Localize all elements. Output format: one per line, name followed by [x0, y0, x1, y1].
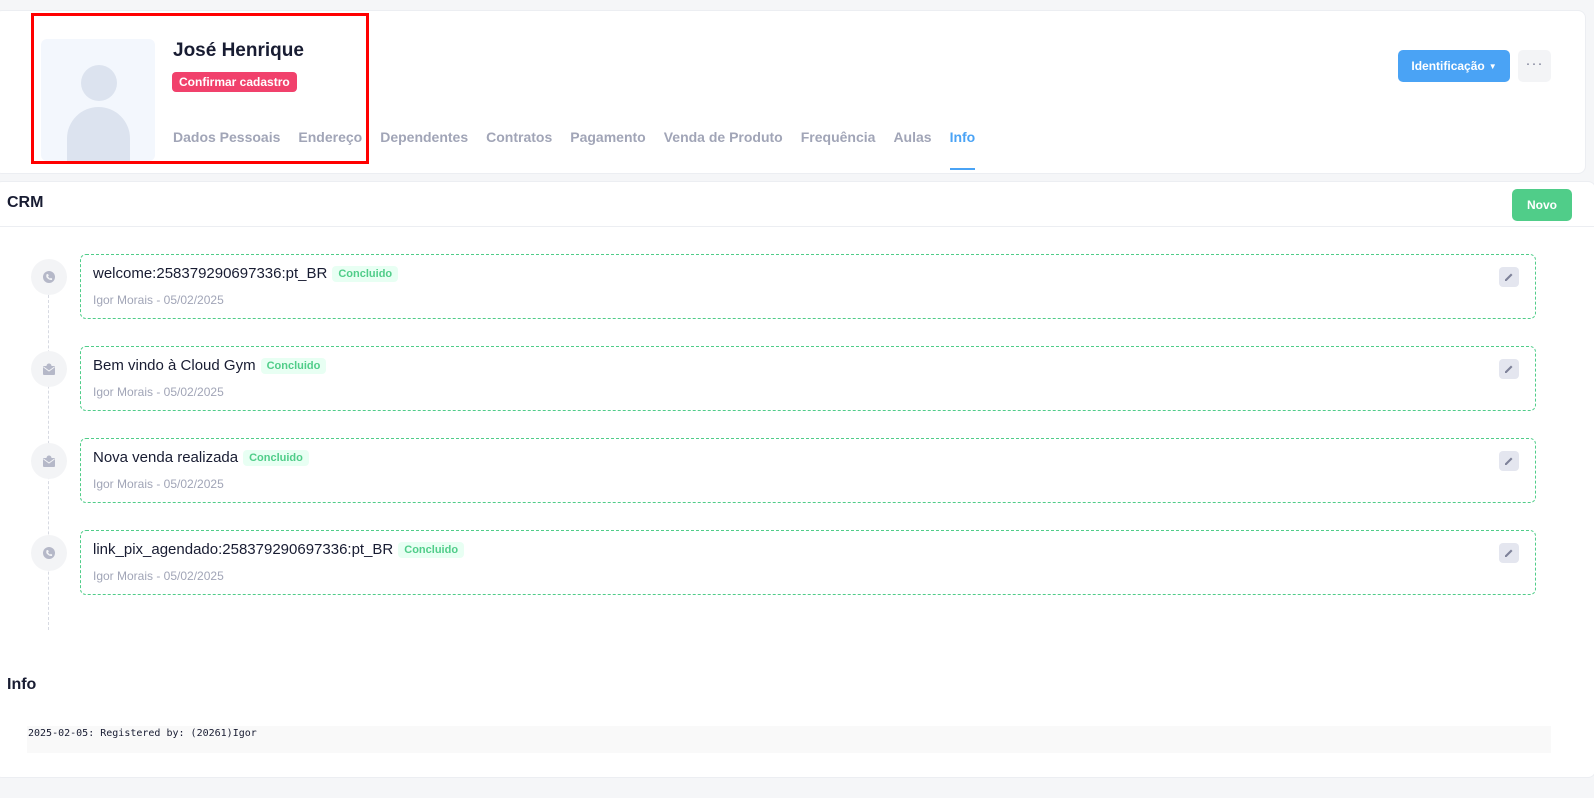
- crm-timeline-item: Bem vindo à Cloud Gym Concluido Igor Mora…: [80, 346, 1536, 411]
- crm-card: CRM Novo welcome:258379290697336:pt_BR Co…: [0, 181, 1594, 778]
- crm-item-title: link_pix_agendado:258379290697336:pt_BR: [93, 541, 394, 558]
- profile-tabs: Dados Pessoais Endereço Dependentes Cont…: [173, 127, 993, 171]
- tab-info[interactable]: Info: [949, 127, 975, 171]
- status-badge: Concluido: [332, 266, 399, 282]
- tab-venda-de-produto[interactable]: Venda de Produto: [664, 127, 783, 171]
- crm-item-meta: Igor Morais - 05/02/2025: [93, 569, 224, 583]
- crm-title: CRM: [7, 194, 44, 211]
- email-icon: [31, 351, 67, 387]
- crm-timeline-item: link_pix_agendado:258379290697336:pt_BR C…: [80, 530, 1536, 595]
- crm-timeline-item: Nova venda realizada Concluido Igor Morai…: [80, 438, 1536, 503]
- confirm-registration-badge[interactable]: Confirmar cadastro: [172, 72, 297, 92]
- whatsapp-icon: [31, 535, 67, 571]
- tab-pagamento[interactable]: Pagamento: [570, 127, 645, 171]
- tab-endereco[interactable]: Endereço: [298, 127, 362, 171]
- crm-item-meta: Igor Morais - 05/02/2025: [93, 477, 224, 491]
- crm-item-title: Nova venda realizada: [93, 449, 239, 466]
- crm-timeline-item: welcome:258379290697336:pt_BR Concluido I…: [80, 254, 1536, 319]
- more-options-button[interactable]: ···: [1518, 50, 1551, 82]
- avatar-body-shape: [67, 107, 130, 161]
- tab-frequencia[interactable]: Frequência: [801, 127, 876, 171]
- status-badge: Concluido: [398, 542, 465, 558]
- pencil-icon: [1505, 549, 1513, 557]
- status-badge: Concluido: [260, 358, 327, 374]
- caret-down-icon: ▼: [1488, 61, 1497, 71]
- new-crm-button[interactable]: Novo: [1512, 189, 1572, 221]
- whatsapp-icon: [31, 259, 67, 295]
- tab-contratos[interactable]: Contratos: [486, 127, 552, 171]
- crm-item-title: welcome:258379290697336:pt_BR: [93, 265, 328, 282]
- info-title: Info: [7, 676, 37, 693]
- crm-header-divider: [0, 226, 1594, 227]
- crm-item-meta: Igor Morais - 05/02/2025: [93, 385, 224, 399]
- avatar-head-shape: [81, 65, 117, 101]
- edit-button[interactable]: [1499, 451, 1519, 471]
- edit-button[interactable]: [1499, 543, 1519, 563]
- crm-item-title: Bem vindo à Cloud Gym: [93, 357, 256, 374]
- tab-dados-pessoais[interactable]: Dados Pessoais: [173, 127, 280, 171]
- edit-button[interactable]: [1499, 359, 1519, 379]
- profile-name: José Henrique: [173, 40, 304, 61]
- pencil-icon: [1505, 273, 1513, 281]
- identification-dropdown-button[interactable]: Identificação ▼: [1398, 50, 1510, 82]
- tab-aulas[interactable]: Aulas: [893, 127, 931, 171]
- edit-button[interactable]: [1499, 267, 1519, 287]
- info-log-box: 2025-02-05: Registered by: (20261)Igor: [27, 726, 1551, 753]
- crm-item-meta: Igor Morais - 05/02/2025: [93, 293, 224, 307]
- pencil-icon: [1505, 457, 1513, 465]
- tab-dependentes[interactable]: Dependentes: [380, 127, 468, 171]
- status-badge: Concluido: [243, 450, 309, 466]
- profile-header-card: José Henrique Confirmar cadastro Dados P…: [0, 10, 1586, 174]
- pencil-icon: [1505, 365, 1513, 373]
- avatar: [41, 39, 155, 161]
- identification-button-label: Identificação: [1411, 59, 1485, 73]
- email-icon: [31, 443, 67, 479]
